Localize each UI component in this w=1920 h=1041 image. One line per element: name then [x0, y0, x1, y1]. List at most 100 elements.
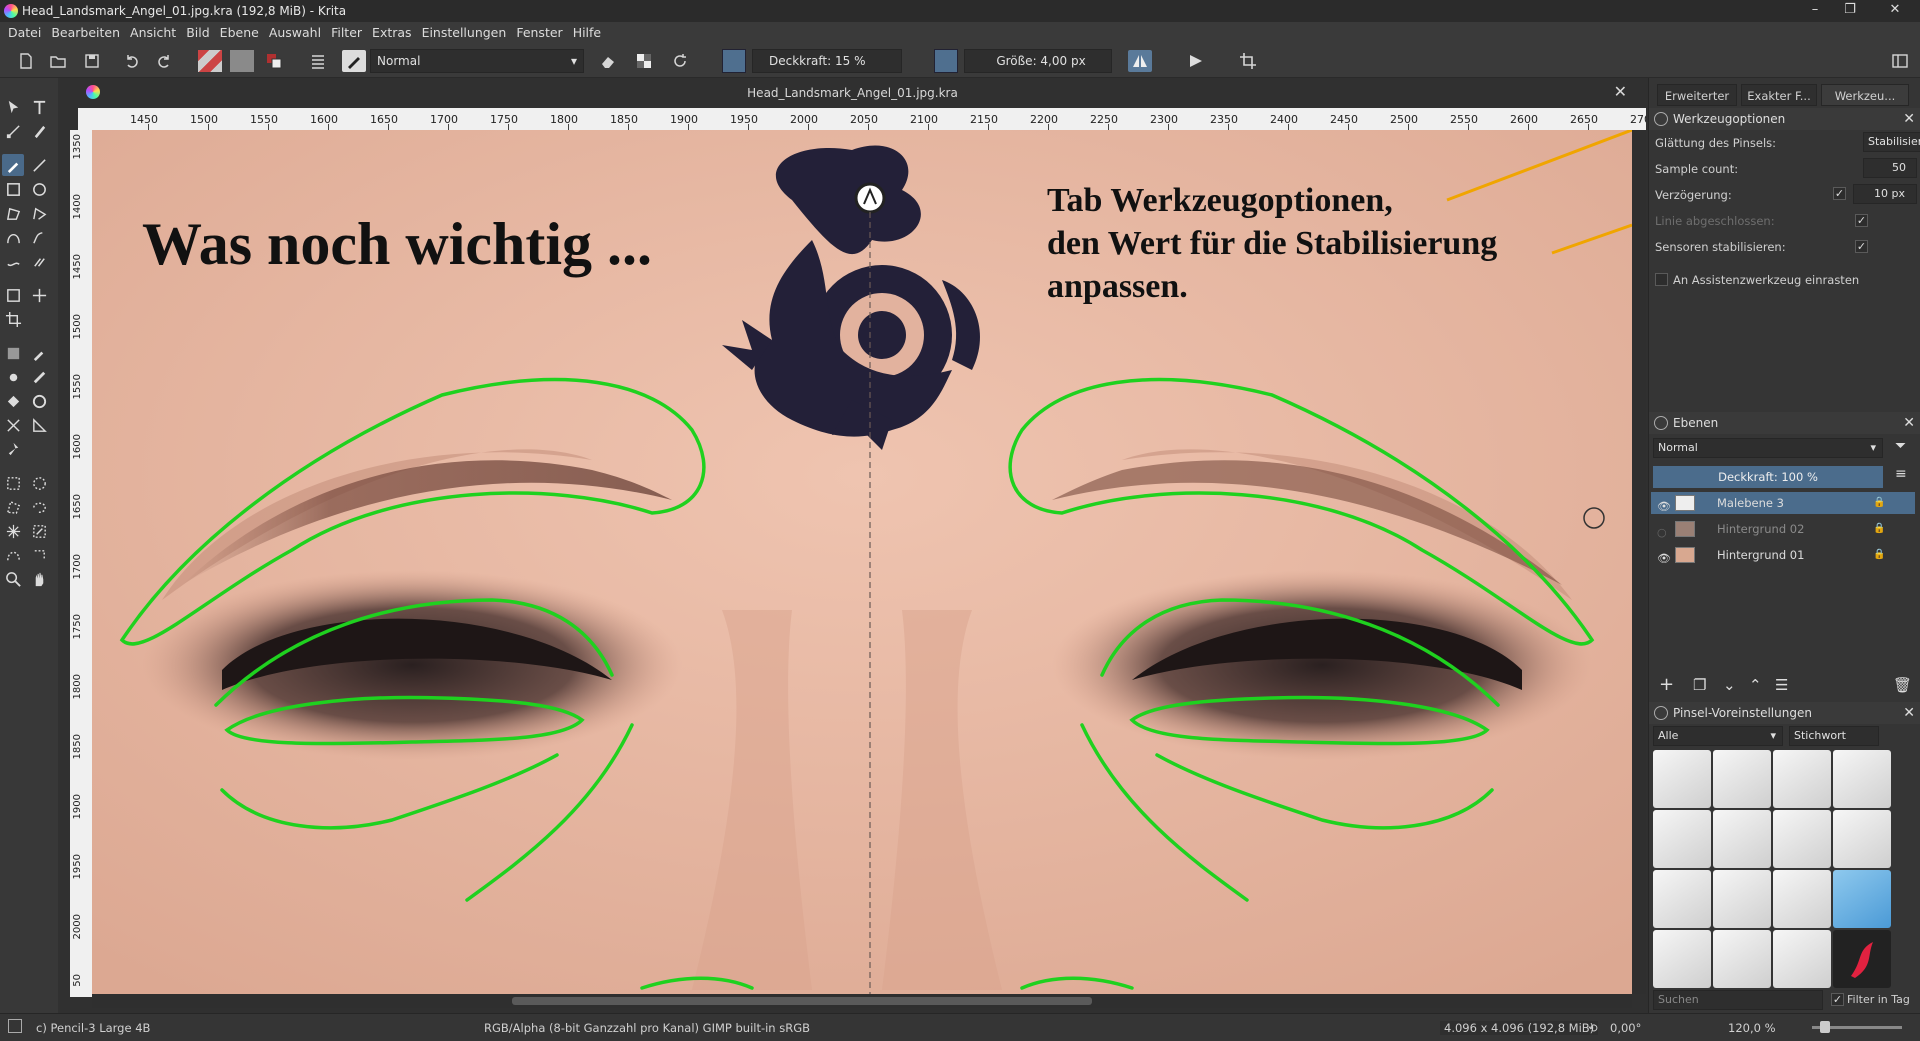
brush-preset[interactable]	[1713, 810, 1771, 868]
smart-patch-icon[interactable]	[28, 366, 50, 388]
calligraphy-icon[interactable]	[28, 120, 50, 142]
menu-fenster[interactable]: Fenster	[511, 22, 567, 40]
assistant-tool-icon[interactable]	[2, 414, 24, 436]
reload-preset-icon[interactable]	[668, 50, 692, 72]
gradient-tool-icon[interactable]	[2, 342, 24, 364]
layer-menu-icon[interactable]: ≡	[1895, 466, 1907, 482]
measure-tool-icon[interactable]	[28, 414, 50, 436]
blend-mode-select[interactable]: Normal ▾	[370, 49, 584, 73]
lock-icon[interactable]	[1654, 706, 1668, 720]
reference-pin-icon[interactable]	[2, 438, 24, 460]
brush-preset[interactable]	[1653, 750, 1711, 808]
brush-preset[interactable]	[1773, 810, 1831, 868]
brush-preset[interactable]	[1713, 930, 1771, 988]
menu-extras[interactable]: Extras	[367, 22, 417, 40]
freehand-brush-icon[interactable]	[2, 154, 24, 176]
brush-preset[interactable]	[1833, 750, 1891, 808]
opacity-slider[interactable]: Deckkraft: 15 %	[752, 49, 902, 73]
bezier-selection-icon[interactable]	[2, 544, 24, 566]
menu-hilfe[interactable]: Hilfe	[568, 22, 606, 40]
polygonal-selection-icon[interactable]	[2, 496, 24, 518]
brush-preset[interactable]	[1713, 870, 1771, 928]
crop-icon[interactable]	[1236, 50, 1260, 72]
elliptical-selection-icon[interactable]	[28, 472, 50, 494]
lock-layer-icon[interactable]: 🔒	[1873, 544, 1885, 566]
close-window-button[interactable]: ✕	[1880, 2, 1910, 20]
close-panel-icon[interactable]: ✕	[1903, 412, 1915, 434]
tab-exact-color[interactable]: Exakter F...	[1741, 84, 1817, 106]
vertical-scrollbar[interactable]	[1632, 130, 1646, 994]
brush-settings-icon[interactable]	[306, 50, 330, 72]
pan-tool-icon[interactable]	[28, 568, 50, 590]
rectangle-tool-icon[interactable]	[2, 178, 24, 200]
line-finished-checkbox[interactable]: ✓	[1855, 214, 1868, 227]
brush-preset[interactable]	[1773, 870, 1831, 928]
tab-tool-options[interactable]: Werkzeu...	[1821, 84, 1909, 106]
eraser-icon[interactable]	[596, 50, 620, 72]
alpha-lock-icon[interactable]	[632, 50, 656, 72]
filter-icon[interactable]: ⏷	[1895, 438, 1906, 454]
menu-bearbeiten[interactable]: Bearbeiten	[46, 22, 125, 40]
eye-hidden-icon[interactable]: ○	[1657, 522, 1667, 544]
close-panel-icon[interactable]: ✕	[1903, 702, 1915, 724]
brush-preset[interactable]	[1653, 810, 1711, 868]
zoom-slider-handle[interactable]	[1820, 1021, 1830, 1033]
tag-button[interactable]: Stichwort	[1789, 726, 1879, 746]
fill-tool-icon[interactable]	[2, 390, 24, 412]
colorize-mask-icon[interactable]	[2, 366, 24, 388]
eye-icon[interactable]: 👁	[1657, 496, 1671, 518]
dynamic-brush-icon[interactable]	[2, 250, 24, 272]
mirror-vertical-icon[interactable]	[1184, 50, 1208, 72]
menu-einstellungen[interactable]: Einstellungen	[417, 22, 512, 40]
layer-blend-select[interactable]: Normal ▾	[1653, 438, 1883, 458]
ellipse-tool-icon[interactable]	[28, 178, 50, 200]
text-tool-icon[interactable]	[28, 96, 50, 118]
sample-count-input[interactable]: 50	[1863, 158, 1917, 178]
lock-layer-icon[interactable]: 🔒	[1873, 492, 1885, 514]
layer-opacity-slider[interactable]: Deckkraft: 100 %	[1653, 466, 1883, 488]
move-layer-up-icon[interactable]: ⌃	[1749, 676, 1762, 694]
scroll-thumb[interactable]	[512, 997, 1092, 1005]
eye-icon[interactable]: 👁	[1657, 548, 1671, 570]
freehand-selection-icon[interactable]	[28, 496, 50, 518]
brush-preset[interactable]	[1773, 750, 1831, 808]
smoothing-select[interactable]: Stabilisierer	[1863, 132, 1920, 152]
stabilize-sensors-checkbox[interactable]: ✓	[1855, 240, 1868, 253]
close-document-icon[interactable]: ✕	[1614, 82, 1627, 101]
horizontal-scrollbar[interactable]	[92, 994, 1632, 1008]
lock-layer-icon[interactable]: 🔒	[1873, 518, 1885, 540]
freehand-path-icon[interactable]	[28, 226, 50, 248]
move-layer-down-icon[interactable]: ⌄	[1723, 676, 1736, 694]
zoom-tool-icon[interactable]	[2, 568, 24, 590]
transform-tool-icon[interactable]	[2, 284, 24, 306]
edit-shapes-icon[interactable]	[2, 120, 24, 142]
preset-filter-select[interactable]: Alle ▾	[1653, 726, 1783, 746]
lock-icon[interactable]	[1654, 112, 1668, 126]
multibrush-icon[interactable]	[28, 250, 50, 272]
rotation-icon[interactable]: ⟲	[1588, 1021, 1598, 1035]
image-canvas[interactable]: Was noch wichtig ... Tab Werkzeugoptione…	[92, 130, 1632, 994]
foreground-background-color-icon[interactable]	[262, 50, 286, 72]
brush-preset-selected[interactable]	[1833, 870, 1891, 928]
assistant-snap-checkbox[interactable]	[1655, 273, 1668, 286]
polygon-tool-icon[interactable]	[2, 202, 24, 224]
line-tool-icon[interactable]	[28, 154, 50, 176]
brush-preset[interactable]	[1713, 750, 1771, 808]
close-panel-icon[interactable]: ✕	[1903, 108, 1915, 130]
layer-row[interactable]: ○ Hintergrund 02 🔒	[1651, 518, 1915, 540]
pattern-icon[interactable]	[230, 50, 254, 72]
brush-preset[interactable]	[1653, 870, 1711, 928]
select-shape-icon[interactable]	[2, 96, 24, 118]
magnetic-selection-icon[interactable]	[28, 544, 50, 566]
undo-icon[interactable]	[120, 50, 144, 72]
layer-row[interactable]: 👁 Malebene 3 🔒	[1651, 492, 1915, 514]
duplicate-layer-icon[interactable]: ❐	[1693, 676, 1706, 694]
size-slider[interactable]: Größe: 4,00 px	[964, 49, 1112, 73]
contiguous-selection-icon[interactable]	[2, 520, 24, 542]
menu-ansicht[interactable]: Ansicht	[125, 22, 181, 40]
new-document-icon[interactable]	[14, 50, 38, 72]
gradient-icon[interactable]	[198, 50, 222, 72]
brush-preset[interactable]	[1773, 930, 1831, 988]
enclose-fill-icon[interactable]	[28, 390, 50, 412]
maximize-button[interactable]: ❐	[1835, 2, 1865, 20]
